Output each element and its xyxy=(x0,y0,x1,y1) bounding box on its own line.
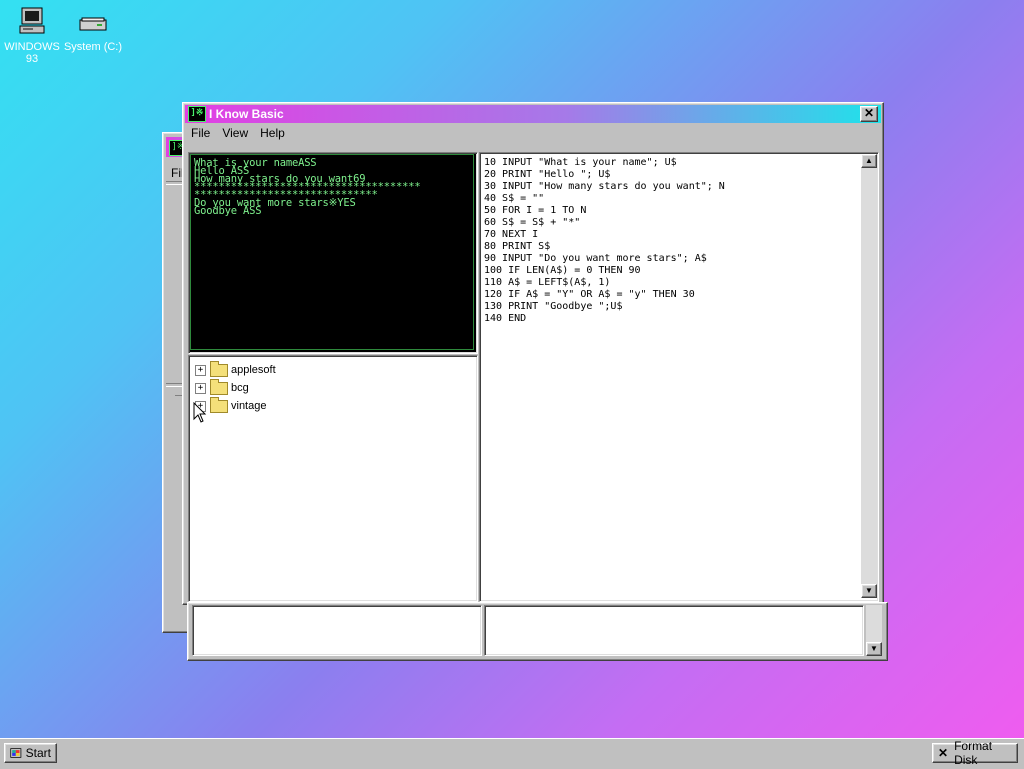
code-editor[interactable]: 10 INPUT "What is your name"; U$ 20 PRINT… xyxy=(481,154,859,598)
code-line: 60 S$ = S$ + "*" xyxy=(484,217,581,228)
scroll-up-button[interactable]: ▲ xyxy=(861,154,877,168)
format-disk-label: Format Disk xyxy=(954,739,993,767)
file-tree: + applesoft + bcg + vintage xyxy=(188,355,478,602)
close-icon: ✕ xyxy=(938,746,949,760)
code-line: 120 IF A$ = "Y" OR A$ = "y" THEN 30 xyxy=(484,289,695,300)
code-line: 90 INPUT "Do you want more stars"; A$ xyxy=(484,253,707,264)
desktop-icon-label: System (C:) xyxy=(63,41,123,53)
scroll-down-button[interactable]: ▼ xyxy=(861,584,877,598)
code-line: 100 IF LEN(A$) = 0 THEN 90 xyxy=(484,265,641,276)
close-icon: ✕ xyxy=(863,106,875,120)
start-label: Start xyxy=(25,746,51,760)
tree-list: + applesoft + bcg + vintage xyxy=(195,360,276,415)
code-line: 140 END xyxy=(484,313,527,324)
folder-icon xyxy=(210,378,228,395)
taskbar: Start ✕ Format Disk xyxy=(0,738,1024,769)
expand-icon[interactable]: + xyxy=(195,364,206,376)
folder-icon xyxy=(210,396,228,413)
console-output[interactable]: What is your nameASS Hello ASS How many st… xyxy=(190,154,474,350)
menu-bar: File View Help xyxy=(183,123,883,143)
code-line: 130 PRINT "Goodbye ";U$ xyxy=(484,301,623,312)
code-line: 110 A$ = LEFT$(A$, 1) xyxy=(484,277,611,288)
start-icon xyxy=(10,748,22,758)
scroll-down-button[interactable]: ▼ xyxy=(866,642,882,656)
code-line: 20 PRINT "Hello "; U$ xyxy=(484,169,611,180)
main-window[interactable]: ]※ I Know Basic ✕ File View Help What is… xyxy=(182,102,884,605)
bottom-right-pane[interactable] xyxy=(484,605,864,656)
code-line: 70 NEXT I xyxy=(484,229,539,240)
computer-icon xyxy=(19,7,45,34)
menu-view[interactable]: View xyxy=(216,126,254,140)
tree-item-label: vintage xyxy=(231,400,267,412)
start-button[interactable]: Start xyxy=(4,743,57,763)
tree-item-label: applesoft xyxy=(231,364,276,376)
desktop-icon-system-c[interactable]: System (C:) xyxy=(61,10,125,53)
drive-icon xyxy=(79,17,107,31)
mouse-cursor-icon xyxy=(193,402,207,423)
code-line: 10 INPUT "What is your name"; U$ xyxy=(484,157,677,168)
code-line: 40 S$ = "" xyxy=(484,193,545,204)
window-title: I Know Basic xyxy=(209,107,284,121)
code-editor-frame: 10 INPUT "What is your name"; U$ 20 PRINT… xyxy=(479,152,879,602)
bottom-scrollbar[interactable]: ▼ xyxy=(866,605,882,656)
menu-help[interactable]: Help xyxy=(254,126,291,140)
expand-icon[interactable]: + xyxy=(195,382,206,394)
desktop-icon-label: WINDOWS 93 xyxy=(4,41,60,65)
tree-item-label: bcg xyxy=(231,382,249,394)
tree-item-applesoft[interactable]: + applesoft xyxy=(195,360,276,379)
code-line: 50 FOR I = 1 TO N xyxy=(484,205,587,216)
close-button[interactable]: ✕ xyxy=(860,106,878,122)
app-icon: ]※ xyxy=(188,106,206,122)
format-disk-button[interactable]: ✕ Format Disk xyxy=(932,739,1018,767)
vertical-scrollbar[interactable]: ▲ ▼ xyxy=(861,154,877,598)
menu-file[interactable]: File xyxy=(185,126,216,140)
code-line: 30 INPUT "How many stars do you want"; N xyxy=(484,181,725,192)
folder-icon xyxy=(210,360,228,377)
desktop-icon-windows93[interactable]: WINDOWS 93 xyxy=(0,6,64,65)
tree-item-vintage[interactable]: + vintage xyxy=(195,396,276,415)
bottom-left-pane[interactable] xyxy=(192,605,482,656)
title-bar[interactable]: ]※ I Know Basic ✕ xyxy=(185,105,881,123)
bottom-panel-window[interactable]: ▼ xyxy=(187,602,888,661)
console-frame: What is your nameASS Hello ASS How many st… xyxy=(188,152,478,354)
tree-item-bcg[interactable]: + bcg xyxy=(195,378,276,397)
code-line: 80 PRINT S$ xyxy=(484,241,551,252)
